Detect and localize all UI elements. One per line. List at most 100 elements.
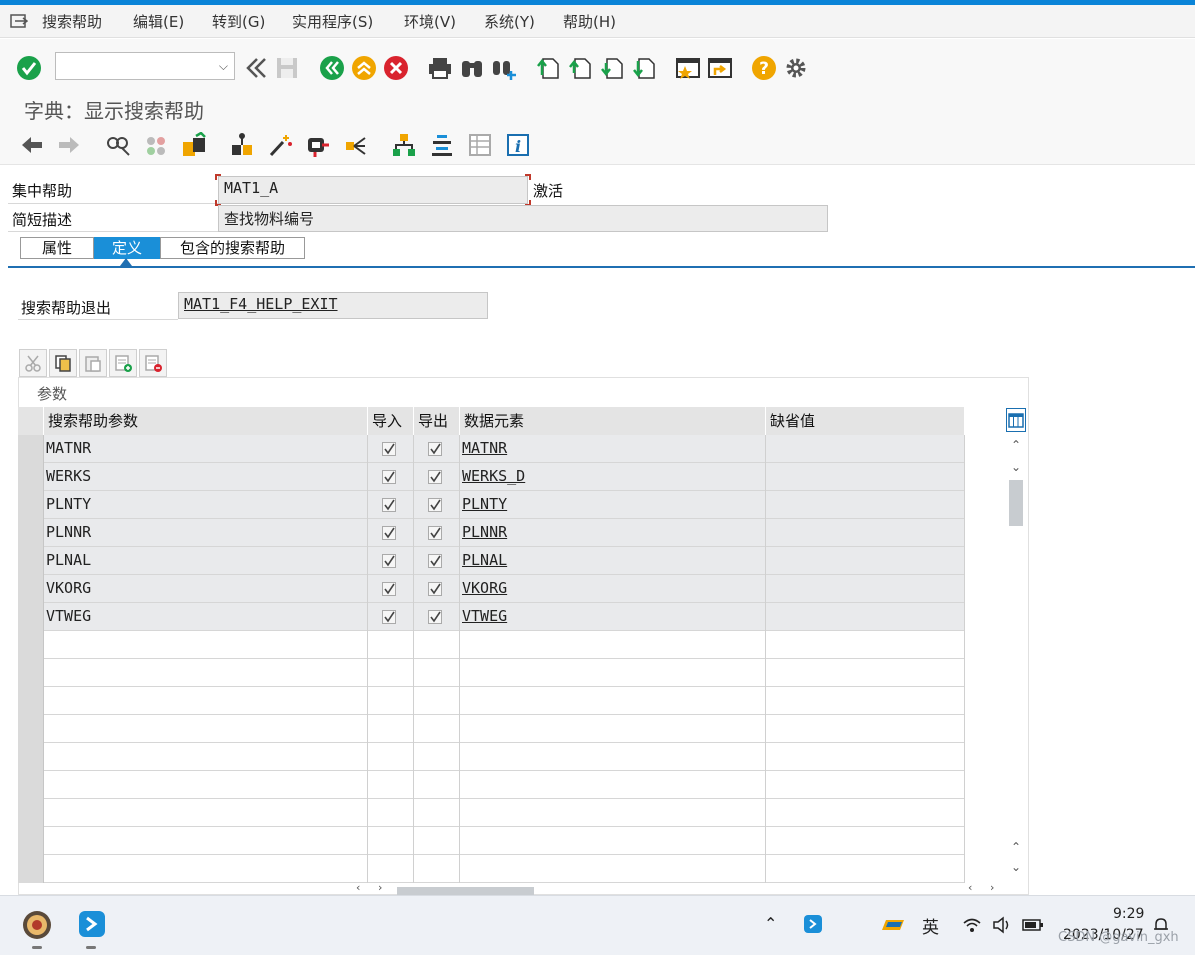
command-field[interactable]: ⌵ — [55, 52, 235, 80]
sap-logo-icon[interactable] — [22, 910, 52, 940]
scroll-right-end-icon[interactable]: › — [990, 881, 994, 894]
param-cell[interactable]: VKORG — [44, 575, 368, 603]
import-checkbox[interactable] — [382, 498, 396, 512]
export-cell[interactable] — [414, 799, 460, 827]
default-cell[interactable] — [766, 743, 965, 771]
scrollbar-thumb[interactable] — [1009, 480, 1023, 526]
back-icon[interactable] — [318, 54, 346, 82]
menu-icon[interactable] — [10, 13, 29, 29]
default-cell[interactable] — [766, 519, 965, 547]
activate-icon[interactable] — [180, 131, 208, 159]
element-cell[interactable]: PLNAL — [460, 547, 766, 575]
row-selector[interactable] — [18, 827, 44, 855]
default-cell[interactable] — [766, 715, 965, 743]
export-checkbox[interactable] — [428, 526, 442, 540]
export-cell[interactable] — [414, 631, 460, 659]
row-selector[interactable] — [18, 631, 44, 659]
column-header-param[interactable]: 搜索帮助参数 — [44, 407, 368, 435]
scroll-left-end-icon[interactable]: ‹ — [968, 881, 972, 894]
save-icon[interactable] — [273, 54, 301, 82]
element-cell[interactable] — [460, 659, 766, 687]
param-cell[interactable] — [44, 687, 368, 715]
menu-utilities[interactable]: 实用程序(S) — [292, 11, 373, 32]
export-cell[interactable] — [414, 827, 460, 855]
align-center-icon[interactable] — [428, 131, 456, 159]
tab-included-search-helps[interactable]: 包含的搜索帮助 — [160, 237, 305, 259]
param-cell[interactable]: PLNNR — [44, 519, 368, 547]
table-row[interactable]: MATNR MATNR — [18, 435, 965, 463]
empty-table-row[interactable] — [18, 715, 965, 743]
menu-system[interactable]: 系统(Y) — [484, 11, 535, 32]
scroll-page-up-icon[interactable]: ⌃ — [1011, 840, 1021, 854]
import-cell[interactable] — [368, 463, 414, 491]
row-selector[interactable] — [18, 855, 44, 883]
other-object-icon[interactable] — [142, 131, 170, 159]
import-cell[interactable] — [368, 435, 414, 463]
export-cell[interactable] — [414, 519, 460, 547]
export-cell[interactable] — [414, 771, 460, 799]
cancel-icon[interactable] — [382, 54, 410, 82]
export-checkbox[interactable] — [428, 470, 442, 484]
import-cell[interactable] — [368, 659, 414, 687]
default-cell[interactable] — [766, 827, 965, 855]
param-cell[interactable] — [44, 743, 368, 771]
import-cell[interactable] — [368, 491, 414, 519]
row-selector-header[interactable] — [18, 407, 44, 435]
element-cell[interactable] — [460, 855, 766, 883]
where-used-icon[interactable] — [228, 131, 256, 159]
first-page-icon[interactable] — [535, 54, 563, 82]
find-next-icon[interactable] — [490, 54, 518, 82]
param-cell[interactable] — [44, 827, 368, 855]
export-cell[interactable] — [414, 743, 460, 771]
language-indicator[interactable]: 英 — [922, 913, 939, 938]
import-cell[interactable] — [368, 771, 414, 799]
export-cell[interactable] — [414, 463, 460, 491]
table-row[interactable]: PLNTY PLNTY — [18, 491, 965, 519]
row-selector[interactable] — [18, 491, 44, 519]
row-selector[interactable] — [18, 687, 44, 715]
import-checkbox[interactable] — [382, 442, 396, 456]
table-layout-icon[interactable] — [466, 131, 494, 159]
menu-search-help[interactable]: 搜索帮助 — [42, 11, 102, 32]
import-cell[interactable] — [368, 715, 414, 743]
arrow-left-icon[interactable] — [18, 131, 46, 159]
column-settings-icon[interactable] — [1006, 408, 1026, 432]
table-row[interactable]: VKORG VKORG — [18, 575, 965, 603]
element-cell[interactable]: WERKS_D — [460, 463, 766, 491]
export-cell[interactable] — [414, 575, 460, 603]
next-page-icon[interactable] — [599, 54, 627, 82]
column-header-export[interactable]: 导出 — [414, 407, 460, 435]
param-cell[interactable] — [44, 715, 368, 743]
test-icon[interactable] — [304, 131, 332, 159]
element-cell[interactable]: MATNR — [460, 435, 766, 463]
default-cell[interactable] — [766, 771, 965, 799]
find-icon[interactable] — [458, 54, 486, 82]
empty-table-row[interactable] — [18, 659, 965, 687]
vertical-scrollbar[interactable]: ⌃ ⌄ ⌃ ⌄ — [1005, 408, 1027, 882]
element-value[interactable]: PLNNR — [462, 523, 507, 541]
export-cell[interactable] — [414, 435, 460, 463]
row-selector[interactable] — [18, 659, 44, 687]
element-value[interactable]: PLNTY — [462, 495, 507, 513]
menu-environment[interactable]: 环境(V) — [404, 11, 456, 32]
display-change-icon[interactable] — [104, 131, 132, 159]
horizontal-scrollbar[interactable]: ‹ › ‹ › — [350, 881, 1005, 895]
default-cell[interactable] — [766, 575, 965, 603]
default-cell[interactable] — [766, 799, 965, 827]
delete-row-button[interactable] — [139, 349, 167, 377]
row-selector[interactable] — [18, 799, 44, 827]
table-row[interactable]: PLNAL PLNAL — [18, 547, 965, 575]
param-cell[interactable] — [44, 631, 368, 659]
chevron-down-icon[interactable]: ⌵ — [219, 59, 228, 74]
import-checkbox[interactable] — [382, 554, 396, 568]
row-selector[interactable] — [18, 547, 44, 575]
import-checkbox[interactable] — [382, 526, 396, 540]
export-checkbox[interactable] — [428, 442, 442, 456]
element-cell[interactable] — [460, 715, 766, 743]
import-cell[interactable] — [368, 547, 414, 575]
element-cell[interactable]: VTWEG — [460, 603, 766, 631]
element-value[interactable]: VTWEG — [462, 607, 507, 625]
element-value[interactable]: PLNAL — [462, 551, 507, 569]
tab-attributes[interactable]: 属性 — [20, 237, 94, 259]
export-cell[interactable] — [414, 715, 460, 743]
